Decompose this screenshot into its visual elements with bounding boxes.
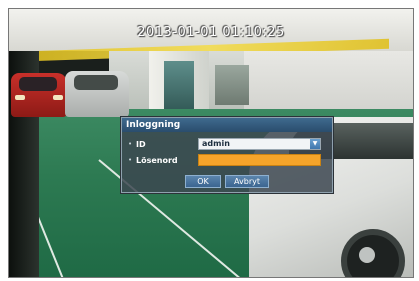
parked-car-red	[11, 73, 67, 117]
bullet-icon: •	[128, 140, 133, 148]
chevron-down-icon[interactable]: ▼	[310, 139, 320, 149]
id-label: ID	[136, 139, 146, 149]
id-select[interactable]: admin ▼	[198, 138, 321, 150]
exit-door	[215, 65, 249, 105]
login-dialog: Inloggning • ID admin ▼ • Lösenord OK Av…	[121, 117, 333, 193]
dialog-title: Inloggning	[122, 118, 332, 132]
elevator-door	[164, 61, 194, 115]
camera-timestamp: 2013-01-01 01:10:25	[137, 25, 285, 40]
ok-button[interactable]: OK	[185, 175, 221, 188]
dialog-buttons: OK Avbryt	[122, 175, 332, 188]
camera-view: 2013-01-01 01:10:25 Inloggning • ID admi…	[8, 8, 414, 278]
bullet-icon: •	[128, 156, 133, 164]
parked-car-silver	[65, 71, 129, 117]
password-field[interactable]	[198, 154, 321, 166]
id-row: • ID admin ▼	[128, 138, 321, 150]
password-row: • Lösenord	[128, 154, 321, 166]
password-label: Lösenord	[136, 155, 178, 165]
cancel-button[interactable]: Avbryt	[225, 175, 269, 188]
id-select-value: admin	[202, 139, 230, 148]
